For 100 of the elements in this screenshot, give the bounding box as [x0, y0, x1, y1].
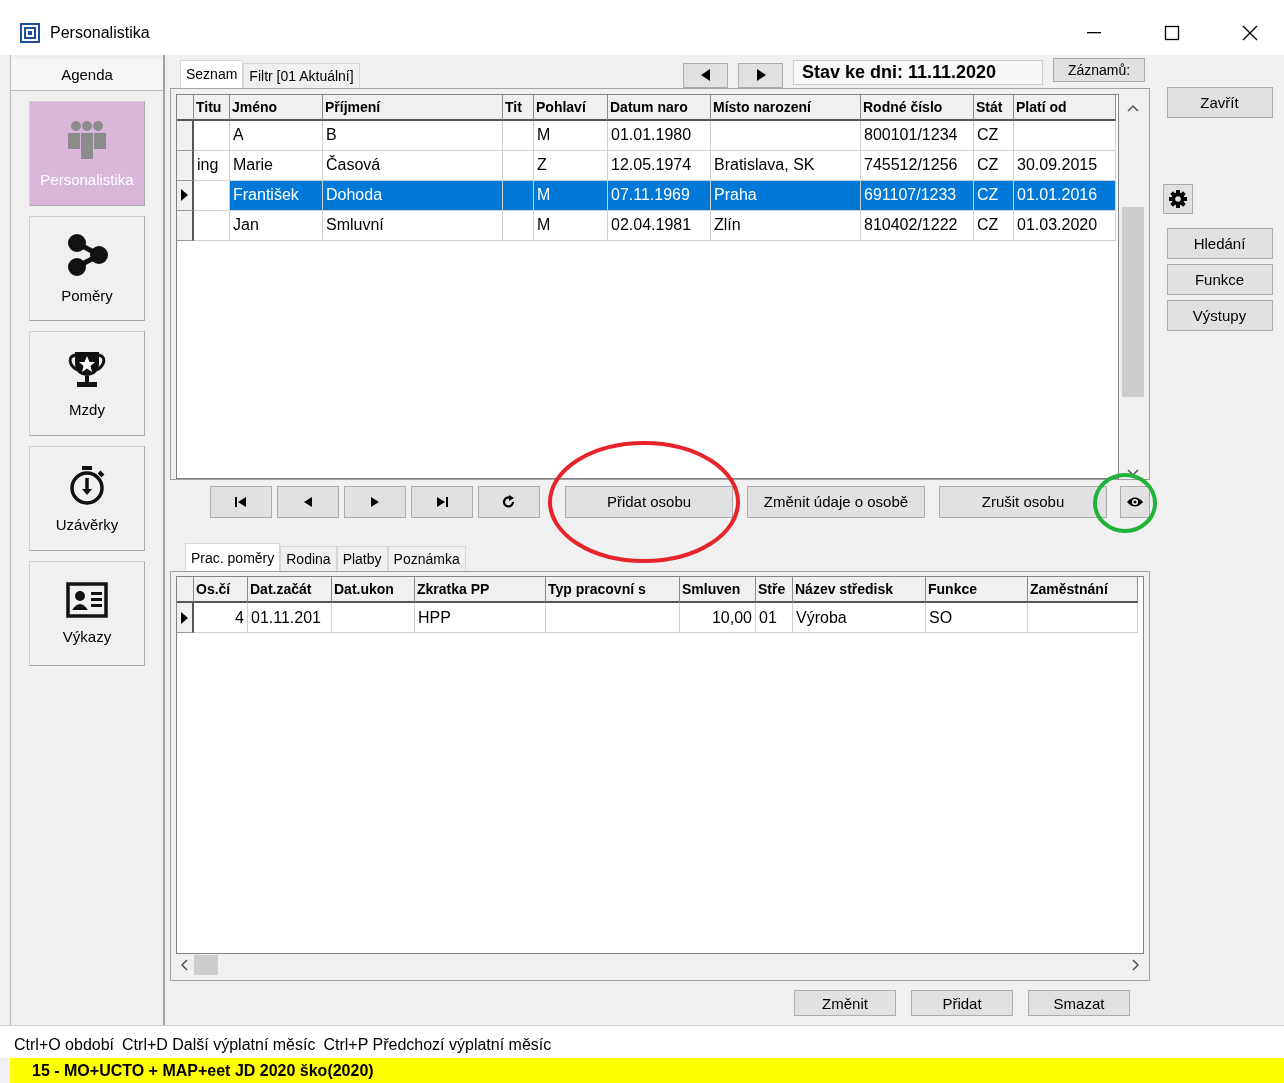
column-header[interactable]: Jméno [230, 94, 323, 121]
table-cell: 01.03.2020 [1014, 210, 1116, 241]
table-cell: ing [194, 150, 230, 181]
scroll-up-icon[interactable] [1127, 103, 1139, 112]
side-action-button[interactable]: Výstupy [1166, 300, 1273, 331]
eye-icon [1126, 495, 1144, 508]
first-record-button[interactable] [210, 485, 272, 518]
settings-icon [1168, 189, 1188, 209]
tab[interactable]: Platby [336, 546, 388, 572]
last-record-button[interactable] [411, 485, 473, 518]
table-cell: Z [534, 150, 608, 181]
scroll-left-icon[interactable] [180, 959, 188, 972]
row-indicator[interactable] [177, 210, 194, 241]
refresh-button[interactable] [478, 485, 540, 518]
table-cell: 4 [194, 603, 248, 634]
delete-button[interactable]: Smazat [1028, 990, 1130, 1016]
add-button[interactable]: Přidat [911, 990, 1013, 1016]
sidebar-item[interactable]: Uzávěrky [29, 446, 145, 551]
table-cell [503, 150, 534, 181]
remove-person-button[interactable]: Zrušit osobu [939, 485, 1107, 518]
table-cell: Praha [711, 180, 861, 211]
column-header[interactable]: Příjmení [323, 94, 503, 121]
side-action-button[interactable]: Funkce [1166, 264, 1273, 295]
previous-record-button[interactable] [277, 485, 339, 518]
current-row-icon [180, 610, 189, 625]
row-indicator[interactable] [177, 603, 194, 634]
column-header[interactable]: Datum naro [608, 94, 711, 121]
status-bar: 15 - MO+UCTO + MAP+eet JD 2020 ško(2020) [10, 1058, 1284, 1083]
settings-button[interactable] [1163, 184, 1193, 214]
tab[interactable]: Filtr [01 Aktuální] [243, 62, 360, 88]
table-cell [503, 120, 534, 151]
column-header[interactable]: Dat.ukon [332, 577, 415, 604]
sidebar-item[interactable]: Poměry [29, 216, 145, 321]
row-indicator[interactable] [177, 180, 194, 211]
column-header[interactable]: Stát [974, 94, 1014, 121]
column-header[interactable]: Tit [503, 94, 534, 121]
table-cell: 30.09.2015 [1014, 150, 1116, 181]
table-cell: 10,00 [680, 603, 756, 634]
close-window-button[interactable]: Zavřít [1166, 87, 1273, 118]
side-action-button[interactable]: Hledání [1166, 228, 1273, 259]
sidebar-item[interactable]: Výkazy [29, 561, 145, 666]
row-indicator[interactable] [177, 120, 194, 151]
table-cell: 810402/1222 [861, 210, 974, 241]
minimize-icon [1087, 31, 1101, 34]
previous-date-button[interactable] [683, 62, 728, 88]
column-header[interactable]: Platí od [1014, 94, 1116, 121]
table-cell [194, 120, 230, 151]
column-header[interactable]: Zaměstnání [1028, 577, 1138, 604]
records-button[interactable]: Záznamů: [1053, 57, 1145, 82]
table-cell: Výroba [793, 603, 926, 634]
column-header[interactable]: Zkratka PP [415, 577, 546, 604]
table-cell: CZ [974, 120, 1014, 151]
next-record-icon [369, 495, 381, 508]
table-cell: Zlín [711, 210, 861, 241]
highlight-circle [1092, 472, 1158, 534]
tab[interactable]: Prac. poměry [185, 543, 281, 572]
table-cell: Marie [230, 150, 323, 181]
column-header[interactable]: Dat.začát [248, 577, 332, 604]
tab[interactable]: Rodina [280, 546, 337, 572]
column-header[interactable]: Rodné číslo [861, 94, 974, 121]
window-title: Personalistika [50, 23, 151, 42]
add-person-button[interactable]: Přidat osobu [565, 485, 733, 518]
next-record-button[interactable] [344, 485, 406, 518]
column-header[interactable]: Funkce [926, 577, 1028, 604]
column-header[interactable]: Pohlaví [534, 94, 608, 121]
column-header[interactable]: Titu [194, 94, 230, 121]
scroll-right-icon[interactable] [1132, 959, 1140, 972]
column-header[interactable]: Stře [756, 577, 793, 604]
table-cell: B [323, 120, 503, 151]
table-cell: HPP [415, 603, 546, 634]
scroll-down-icon[interactable] [1127, 468, 1139, 477]
column-header[interactable]: Místo narození [711, 94, 861, 121]
maximize-icon [1164, 24, 1180, 41]
view-button[interactable] [1120, 485, 1150, 518]
table-cell: 691107/1233 [861, 180, 974, 211]
status-date: Stav ke dni: 11.11.2020 [793, 59, 1043, 85]
tab[interactable]: Poznámka [387, 546, 466, 572]
app-icon [20, 22, 40, 43]
edit-button[interactable]: Změnit [794, 990, 896, 1016]
scrollbar-thumb[interactable] [1122, 206, 1144, 397]
next-date-button[interactable] [738, 62, 783, 88]
table-cell [503, 210, 534, 241]
table-cell [503, 180, 534, 211]
sidebar-item[interactable]: Mzdy [29, 331, 145, 436]
sidebar-header: Agenda [11, 59, 163, 91]
column-header[interactable]: Smluven [680, 577, 756, 604]
column-header[interactable]: Os.čí [194, 577, 248, 604]
shortcut-hint: Ctrl+O období [14, 1036, 115, 1054]
shortcut-hint: Ctrl+D Další výplatní měsíc [122, 1036, 316, 1054]
table-cell: A [230, 120, 323, 151]
id-card-icon [66, 582, 108, 618]
column-header[interactable]: Název středisk [793, 577, 926, 604]
table-cell: 745512/1256 [861, 150, 974, 181]
column-header[interactable]: Typ pracovní s [546, 577, 680, 604]
table-cell: Bratislava, SK [711, 150, 861, 181]
tab[interactable]: Seznam [180, 59, 244, 88]
edit-person-button[interactable]: Změnit údaje o osobě [747, 485, 925, 518]
scrollbar-thumb[interactable] [194, 955, 218, 976]
row-indicator[interactable] [177, 150, 194, 181]
share-icon [65, 233, 109, 277]
